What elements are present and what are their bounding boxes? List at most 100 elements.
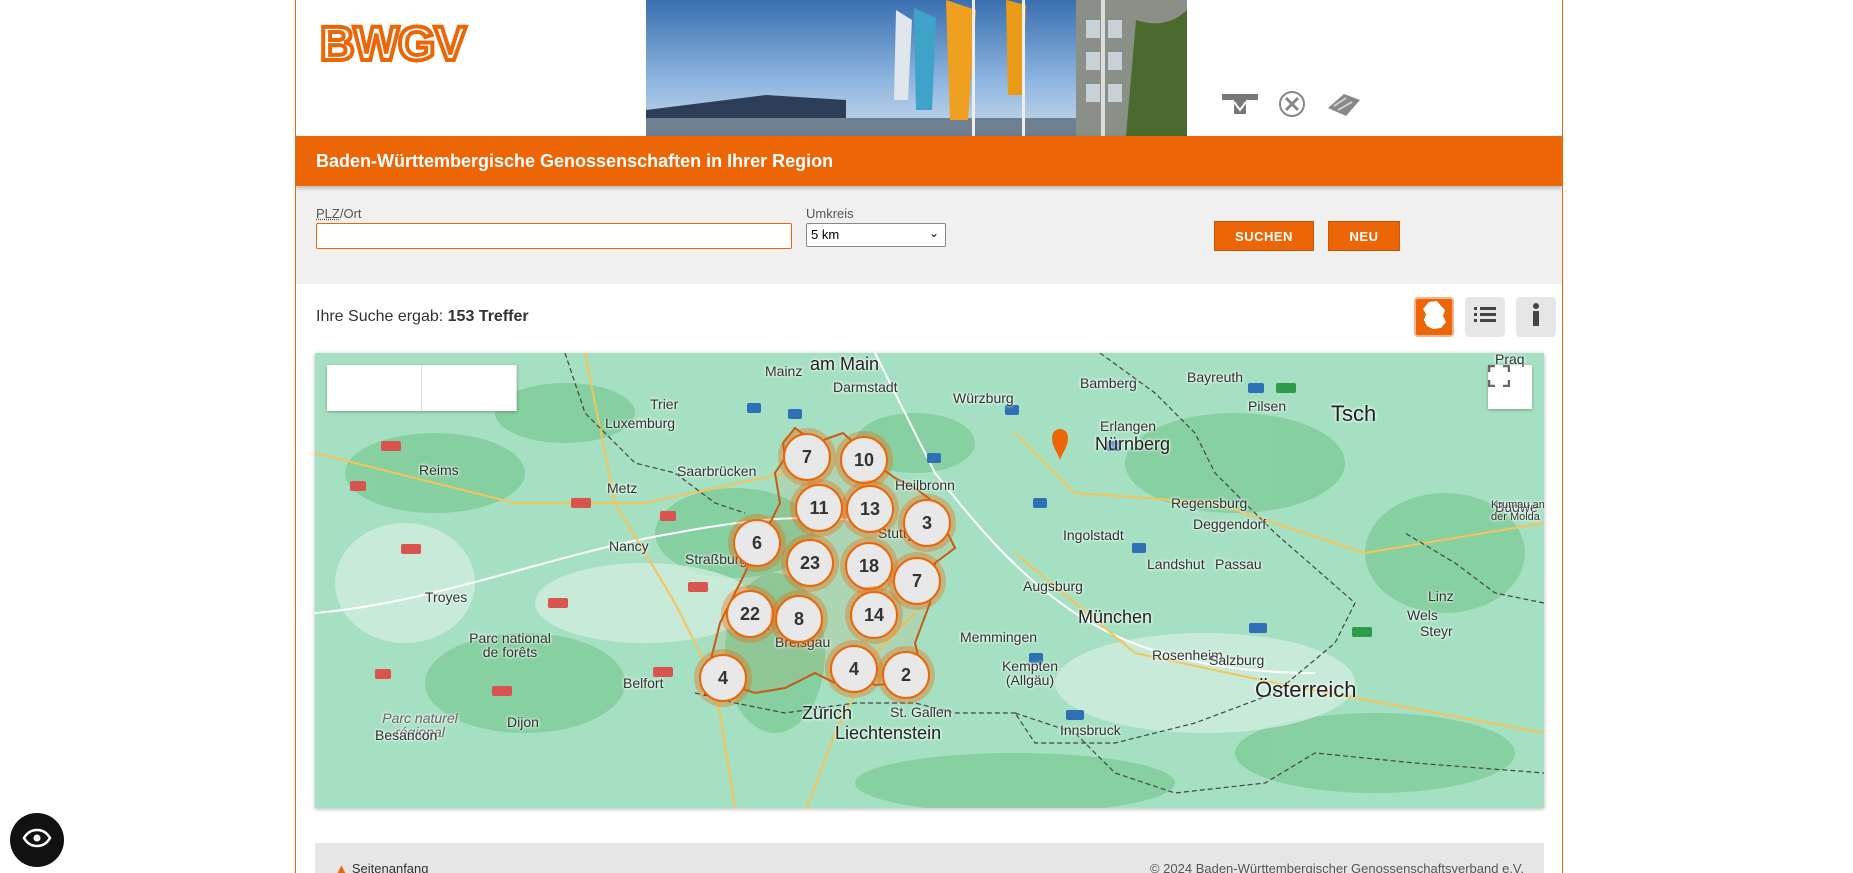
cluster-count: 14 [850,591,898,639]
map-label: Memmingen [960,629,1038,645]
plz-label: PLZ/Ort [316,206,362,221]
bwgv-logo[interactable]: BWGV [318,16,508,73]
arrow-up-icon: ▲ [335,861,348,873]
map-label: Pilsen [1248,398,1287,414]
map-label: Bamberg [1080,375,1137,391]
map-label: Nancy [609,538,649,554]
map-label: St. Gallen [890,704,952,720]
logo-text: BWGV [320,18,466,68]
map-label: Deggendorf [1193,516,1267,532]
accessibility-button[interactable] [10,813,64,867]
map-label: Besancon [375,727,438,743]
map-cluster-marker[interactable]: 4 [694,649,752,707]
fullscreen-button[interactable] [1488,365,1532,409]
map-cluster-marker[interactable]: 7 [778,428,836,486]
plz-label-rest: /Ort [339,206,362,221]
copyright: © 2024 Baden-Württembergischer Genossens… [1149,861,1524,873]
map-cluster-marker[interactable]: 14 [845,586,903,644]
map-cluster-marker[interactable]: 23 [781,534,839,592]
cluster-count: 7 [783,433,831,481]
map-label: Salzburg [1209,652,1265,668]
cluster-count: 2 [882,651,930,699]
plz-ort-input[interactable] [316,223,792,249]
map-label: Kempten (Allgäu) [1001,658,1059,688]
map-label: Landshut [1147,556,1205,572]
map-cluster-marker[interactable]: 4 [825,640,883,698]
volksbank-icon [1220,90,1260,123]
partner-logos [1220,90,1364,123]
back-to-top-link[interactable]: ▲ Seitenanfang [335,861,429,873]
cluster-count: 23 [786,539,834,587]
info-view-button[interactable] [1516,297,1556,337]
map-cluster-marker[interactable]: 2 [877,646,935,704]
map-label: Augsburg [1023,578,1083,594]
map-label: Heilbronn [895,477,955,493]
map-view[interactable]: am Main Mainz Darmstadt Würzburg Bamberg Bayr… [315,353,1544,808]
result-count: 153 Treffer [447,308,529,325]
info-icon [1531,302,1541,332]
result-summary: Ihre Suche ergab: 153 Treffer [316,308,529,326]
map-cluster-marker[interactable]: 6 [728,514,786,572]
map-label: Linz [1428,588,1454,604]
map-type-satellite-button[interactable] [422,365,517,411]
map-cluster-marker[interactable]: 3 [898,494,956,552]
map-label: Innsbruck [1060,722,1121,738]
list-view-button[interactable] [1465,297,1505,337]
map-label: Belfort [623,675,664,691]
search-panel: PLZ/Ort Umkreis 5 km ⌄ SUCHEN NEU [296,186,1562,284]
map-label: Steyr [1420,623,1453,639]
map-label: am Main [810,354,880,374]
search-button[interactable]: SUCHEN [1214,221,1314,251]
map-view-button[interactable] [1414,297,1454,337]
map-label: Reims [419,462,459,478]
map-label: Metz [607,480,638,496]
accessibility-icon [22,828,52,853]
map-label: Österreich [1255,677,1357,702]
map-label: Trier [650,396,679,412]
map-label: Regensburg [1171,495,1248,511]
map-label: Krumau an der Molda [1491,499,1544,523]
map-label: Luxemburg [605,415,676,431]
map-label: Darmstadt [833,379,898,395]
plz-abbr: PLZ [316,206,340,221]
cluster-count: 22 [726,590,774,638]
cluster-count: 4 [830,645,878,693]
map-label: Bayreuth [1187,369,1244,385]
cluster-count: 6 [733,519,781,567]
cooperative-icon [1324,90,1364,123]
map-label: Zürich [802,703,853,723]
map-label: Nürnberg [1095,434,1171,454]
radius-label: Umkreis [806,206,854,221]
back-to-top-label: Seitenanfang [351,861,429,873]
map-label: Liechtenstein [835,723,942,743]
map-label: München [1078,607,1153,627]
map-label: Ingolstadt [1063,527,1124,543]
chevron-down-icon: ⌄ [928,226,939,240]
page-container: BWGV Baden-Württembergische Genossenscha… [295,0,1563,873]
footer: ▲ Seitenanfang © 2024 Baden-Württembergis… [315,843,1544,873]
map-cluster-marker[interactable]: 8 [770,590,828,648]
raiffeisen-icon [1278,90,1306,123]
radius-select[interactable]: 5 km ⌄ [806,223,946,247]
map-label: Praq [1495,353,1525,367]
map-label: Parc national de forêts [469,630,551,660]
map-label: Tsch [1331,401,1377,426]
cluster-count: 4 [699,654,747,702]
page-title: Baden-Württembergische Genossenschaften … [296,136,1562,186]
cluster-count: 11 [795,484,843,532]
map-label: Mainz [765,363,803,379]
result-prefix: Ihre Suche ergab: [316,308,444,325]
map-label: Passau [1215,556,1262,572]
map-cluster-marker[interactable]: 13 [841,480,899,538]
cluster-count: 13 [846,485,894,533]
header: BWGV [296,0,1562,136]
cluster-count: 8 [775,595,823,643]
map-cluster-marker[interactable]: 11 [790,479,848,537]
map-type-control[interactable] [327,365,517,411]
cluster-count: 7 [893,557,941,605]
map-label: Wels [1407,607,1438,623]
map-label: Dijon [507,714,539,730]
map-type-map-button[interactable] [327,365,422,411]
new-button[interactable]: NEU [1328,221,1400,251]
radius-value: 5 km [811,227,840,242]
